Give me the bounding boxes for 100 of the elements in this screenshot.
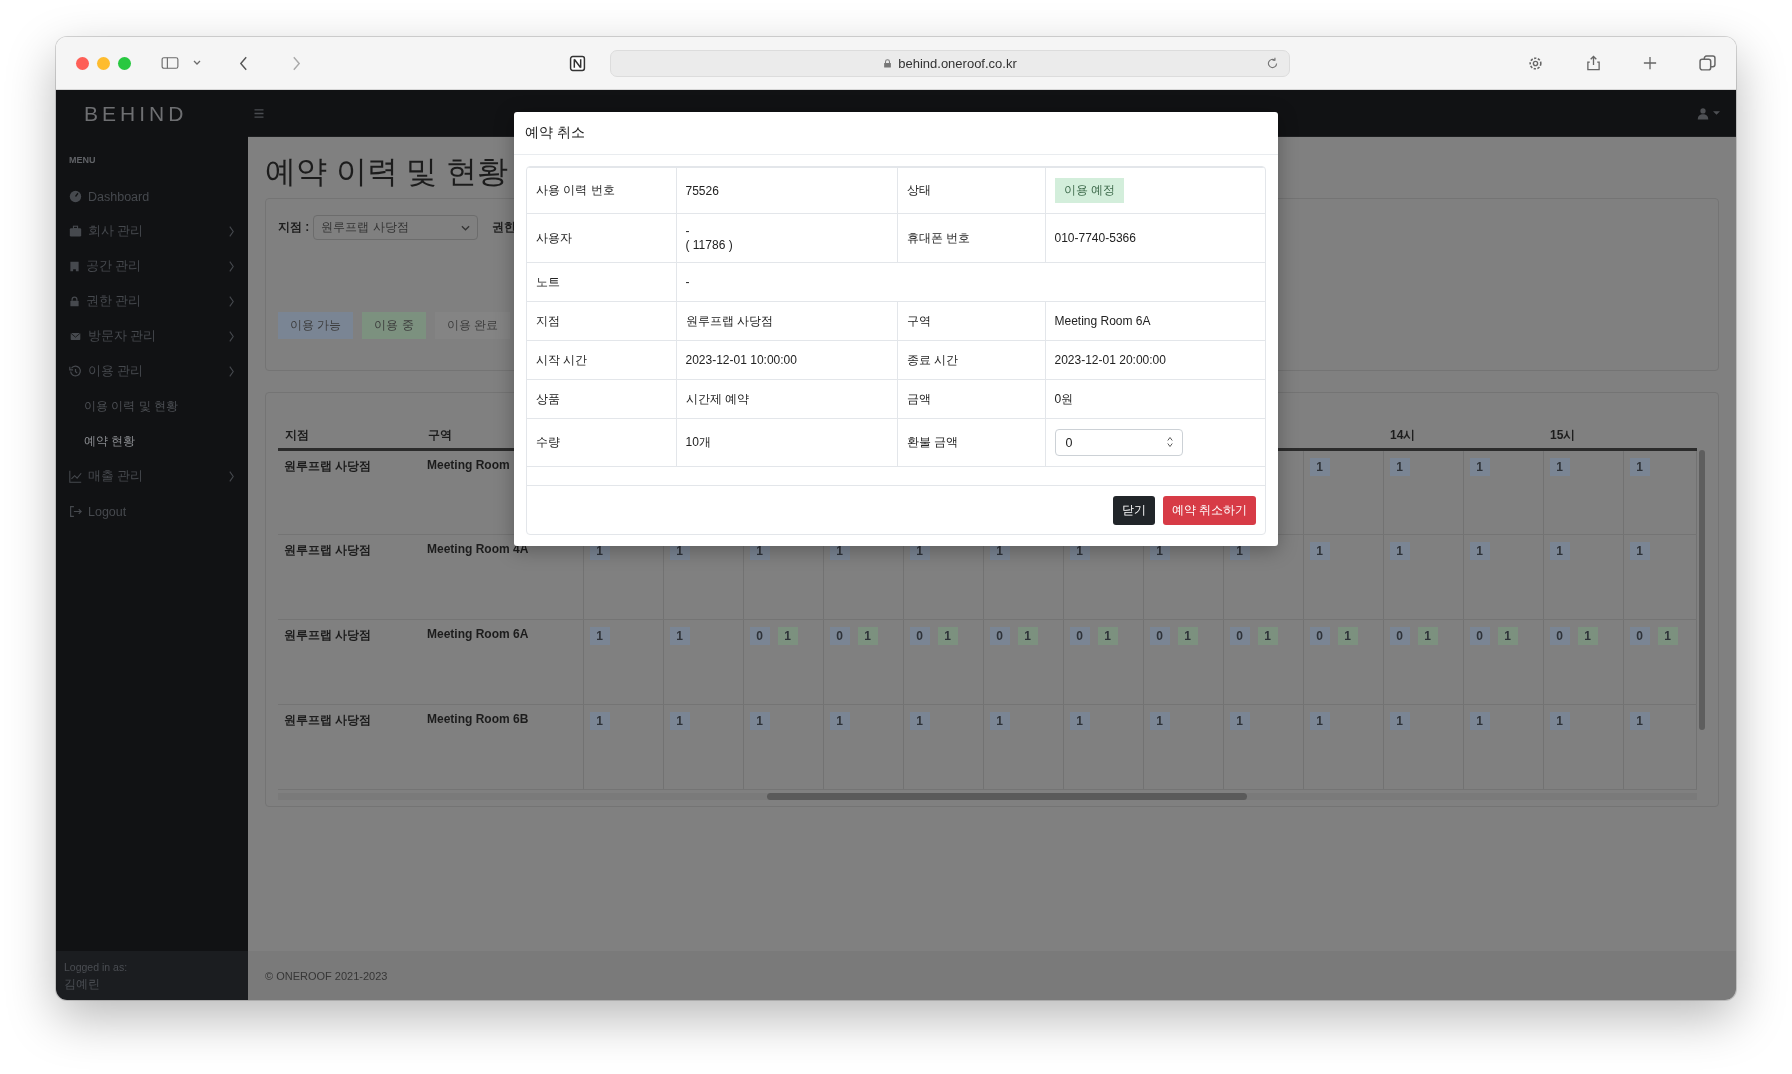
close-dialog-button[interactable]: 닫기 [1112, 496, 1155, 525]
table-cell: Meeting Room [427, 458, 510, 472]
count-badge: 1 [589, 627, 610, 645]
count-badge: 0 [749, 627, 770, 645]
lock-icon [883, 57, 893, 69]
count-badge: 1 [1549, 458, 1570, 476]
count-badge: 0 [1389, 627, 1410, 645]
sidebar-subitem[interactable]: 예약 현황 [69, 424, 235, 459]
count-badge: 1 [1549, 712, 1570, 730]
horizontal-scrollbar[interactable] [278, 793, 1697, 800]
table-cell: Meeting Room 6B [427, 712, 529, 726]
close-button[interactable] [76, 56, 89, 70]
sidebar-item[interactable]: 방문자 관리 [69, 319, 235, 354]
count-badge: 1 [1657, 627, 1678, 645]
sidebar-item[interactable]: Dashboard [69, 179, 235, 214]
line-chart-icon [69, 470, 82, 483]
count-badge: 0 [1069, 627, 1090, 645]
field-label: 사용 이력 번호 [527, 167, 676, 214]
field-label: 노트 [527, 262, 676, 302]
building-icon [69, 260, 80, 273]
zoom-button[interactable] [118, 56, 131, 70]
briefcase-icon [69, 225, 82, 238]
sidebar-item[interactable]: Logout [69, 494, 235, 529]
count-badge: 1 [777, 627, 798, 645]
count-badge: 1 [857, 627, 878, 645]
column-header: 15시 [1550, 428, 1576, 442]
field-label: 수량 [527, 418, 676, 467]
vertical-scrollbar[interactable] [1699, 450, 1705, 730]
gauge-icon [69, 190, 82, 203]
count-badge: 0 [1629, 627, 1650, 645]
count-badge: 1 [749, 712, 770, 730]
count-badge: 1 [1629, 712, 1650, 730]
count-badge: 0 [829, 627, 850, 645]
field-label: 종료 시간 [897, 340, 1045, 380]
count-badge: 1 [1309, 458, 1330, 476]
field-value: ( 11786 ) [685, 238, 734, 252]
settings-icon [1527, 54, 1544, 72]
status-badge: 이용 예정 [1054, 178, 1124, 203]
refund-amount-field[interactable]: 0 [1054, 429, 1183, 456]
column-header: 지점 [278, 423, 421, 450]
plus-icon [1643, 56, 1657, 70]
field-label: 환불 금액 [897, 418, 1045, 467]
permission-label: 권한 [492, 219, 517, 236]
branch-label: 지점 : [278, 219, 310, 236]
field-value: 75526 [685, 183, 719, 198]
count-badge: 1 [1389, 712, 1410, 730]
back-icon [239, 55, 248, 71]
field-value: 10개 [685, 435, 711, 449]
sidebar-item[interactable]: 매출 관리 [69, 459, 235, 494]
branch-select[interactable]: 원루프랩 사당점 [313, 215, 479, 240]
count-badge: 1 [1389, 458, 1410, 476]
count-badge: 0 [1229, 627, 1250, 645]
dialog-title: 예약 취소 [525, 124, 585, 140]
user-icon [1697, 106, 1709, 120]
count-badge: 1 [1577, 627, 1598, 645]
field-value: 0원 [1054, 391, 1074, 406]
chevron-down-icon [461, 224, 471, 231]
count-badge: 1 [1549, 542, 1570, 560]
cancel-reservation-button[interactable]: 예약 취소하기 [1162, 496, 1256, 525]
sidebar-icon [161, 56, 179, 70]
count-badge: 1 [1469, 712, 1490, 730]
field-label: 구역 [897, 301, 1045, 341]
page-title: 예약 이력 및 현황 [265, 153, 508, 191]
field-value: 2023-12-01 20:00:00 [1054, 353, 1166, 367]
count-badge: 1 [1497, 627, 1518, 645]
tabs-icon [1699, 54, 1716, 72]
count-badge: 1 [1069, 712, 1090, 730]
share-icon [1586, 54, 1601, 72]
count-badge: 1 [1177, 627, 1198, 645]
lock-icon [69, 295, 80, 308]
user-menu[interactable] [1697, 106, 1720, 120]
legend-badge: 이용 가능 [278, 312, 354, 339]
copyright-text: © ONEROOF 2021-2023 [265, 969, 388, 982]
sidebar-item[interactable]: 공간 관리 [69, 249, 235, 284]
field-label: 사용자 [527, 213, 676, 263]
count-badge: 1 [1337, 627, 1358, 645]
url-text: behind.oneroof.co.kr [898, 55, 1017, 71]
count-badge: 1 [1629, 542, 1650, 560]
count-badge: 0 [1549, 627, 1570, 645]
field-label: 지점 [527, 301, 676, 341]
count-badge: 1 [1229, 712, 1250, 730]
sidebar-item[interactable]: 권한 관리 [69, 284, 235, 319]
field-value: Meeting Room 6A [1054, 314, 1151, 328]
sidebar-subitem[interactable]: 이용 이력 및 현황 [69, 389, 235, 424]
address-bar[interactable]: behind.oneroof.co.kr [610, 49, 1290, 77]
field-value: - [685, 224, 691, 238]
count-badge: 1 [909, 712, 930, 730]
field-label: 시작 시간 [527, 340, 676, 380]
count-badge: 1 [1257, 627, 1278, 645]
sidebar-item[interactable]: 이용 관리 [69, 354, 235, 389]
count-badge: 0 [909, 627, 930, 645]
count-badge: 1 [1097, 627, 1118, 645]
count-badge: 1 [1469, 458, 1490, 476]
reload-icon [1266, 56, 1279, 70]
forward-icon [292, 55, 301, 71]
caret-icon [1713, 111, 1720, 115]
minimize-button[interactable] [97, 56, 110, 70]
field-value: 2023-12-01 10:00:00 [685, 353, 797, 367]
count-badge: 1 [1469, 542, 1490, 560]
field-label: 상품 [527, 379, 676, 419]
